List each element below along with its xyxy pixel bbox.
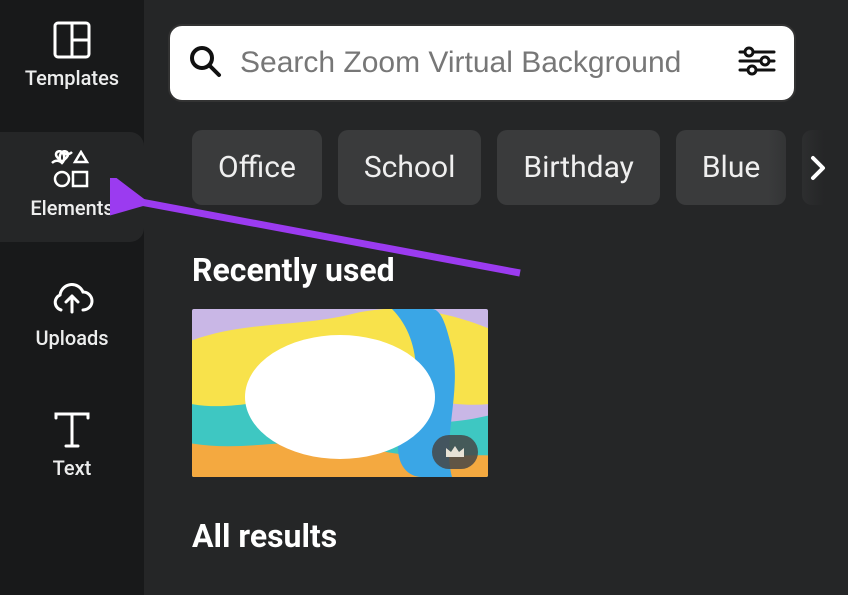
- filter-sliders-icon[interactable]: [738, 46, 776, 80]
- filter-chips: Office School Birthday Blue Green: [144, 130, 848, 205]
- sidebar-item-uploads[interactable]: Uploads: [0, 262, 144, 372]
- sidebar-item-label: Text: [53, 456, 92, 480]
- crown-icon: [444, 443, 466, 461]
- search-bar[interactable]: [168, 24, 796, 102]
- cloud-upload-icon: [49, 282, 95, 318]
- sidebar-item-text[interactable]: Text: [0, 392, 144, 502]
- sidebar: Templates Elements Uploads: [0, 0, 144, 595]
- sidebar-item-templates[interactable]: Templates: [0, 22, 144, 112]
- chevron-right-icon: [805, 155, 831, 181]
- chip-office[interactable]: Office: [192, 130, 322, 205]
- sidebar-item-elements[interactable]: Elements: [0, 132, 144, 242]
- main-panel: Office School Birthday Blue Green Recent…: [144, 0, 848, 595]
- premium-badge: [432, 435, 478, 469]
- elements-icon: [49, 152, 95, 188]
- chip-blue[interactable]: Blue: [676, 130, 786, 205]
- templates-icon: [50, 22, 94, 58]
- sidebar-item-label: Uploads: [35, 326, 108, 350]
- chip-school[interactable]: School: [338, 130, 482, 205]
- text-icon: [52, 412, 92, 448]
- sidebar-item-label: Elements: [30, 196, 113, 220]
- search-input[interactable]: [240, 46, 720, 80]
- search-icon: [188, 44, 222, 82]
- chips-scroll-right[interactable]: [798, 148, 838, 188]
- all-results-heading: All results: [192, 517, 848, 555]
- recent-template-thumb[interactable]: [192, 309, 488, 477]
- recently-used-heading: Recently used: [192, 251, 848, 289]
- chip-birthday[interactable]: Birthday: [497, 130, 659, 205]
- sidebar-item-label: Templates: [25, 66, 119, 90]
